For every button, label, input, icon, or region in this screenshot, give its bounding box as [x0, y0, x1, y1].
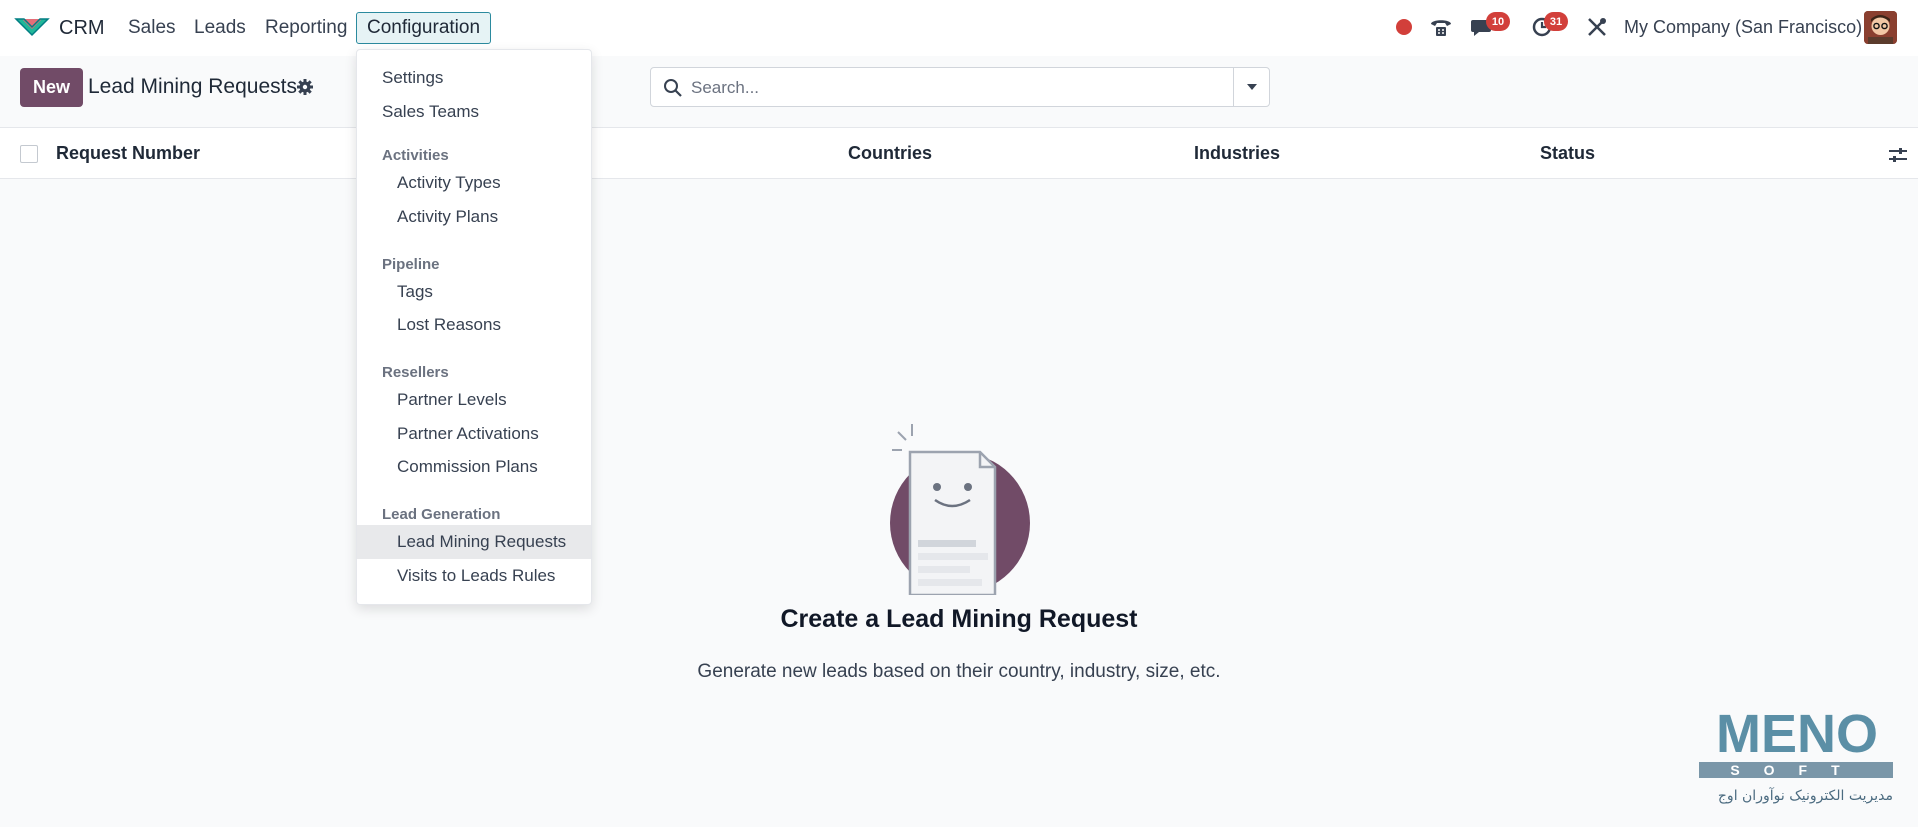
page-title: Lead Mining Requests	[88, 75, 297, 98]
top-navbar: CRM Sales Leads Reporting Configuration …	[0, 0, 1918, 56]
company-switcher[interactable]: My Company (San Francisco)	[1624, 17, 1862, 38]
search-options-toggle[interactable]	[1233, 68, 1269, 106]
menu-item-partner-activations[interactable]: Partner Activations	[357, 417, 591, 451]
menu-leads[interactable]: Leads	[194, 16, 246, 40]
messages-badge: 10	[1486, 12, 1510, 31]
watermark-tagline: مدیریت الکترونیک نوآوران اوج	[1718, 787, 1893, 804]
section-resellers: Resellers	[382, 364, 449, 381]
new-button[interactable]: New	[20, 68, 83, 107]
optional-columns-icon[interactable]	[1888, 146, 1908, 164]
menu-configuration[interactable]: Configuration	[356, 12, 492, 44]
watermark-sub: SOFT	[1730, 762, 1863, 778]
list-header: Request Number Countries Industries Stat…	[0, 127, 1918, 179]
menu-item-lead-mining-requests[interactable]: Lead Mining Requests	[357, 525, 591, 559]
menu-item-lost-reasons[interactable]: Lost Reasons	[357, 308, 591, 342]
crm-logo-icon[interactable]	[14, 15, 50, 39]
column-request-number[interactable]: Request Number	[56, 143, 200, 164]
menu-item-sales-teams[interactable]: Sales Teams	[357, 95, 591, 129]
search-bar	[650, 67, 1270, 107]
recording-dot-icon[interactable]	[1396, 19, 1412, 35]
menu-item-activity-plans[interactable]: Activity Plans	[357, 200, 591, 234]
empty-state-illustration	[890, 424, 1030, 595]
search-icon	[664, 79, 682, 97]
column-industries[interactable]: Industries	[1194, 143, 1280, 164]
watermark-brand: MENO	[1716, 704, 1878, 764]
watermark-logo: MENO SOFT مدیریت الکترونیک نوآوران اوج	[1697, 700, 1897, 810]
menu-item-visits-to-leads-rules[interactable]: Visits to Leads Rules	[357, 559, 591, 593]
section-lead-generation: Lead Generation	[382, 506, 501, 523]
activities-badge: 31	[1544, 12, 1568, 31]
menu-item-partner-levels[interactable]: Partner Levels	[357, 383, 591, 417]
menu-item-commission-plans[interactable]: Commission Plans	[357, 450, 591, 484]
menu-item-settings[interactable]: Settings	[357, 61, 591, 95]
section-activities: Activities	[382, 147, 449, 164]
menu-item-activity-types[interactable]: Activity Types	[357, 166, 591, 200]
menu-reporting[interactable]: Reporting	[265, 16, 347, 40]
column-countries[interactable]: Countries	[848, 143, 932, 164]
empty-state-subtitle: Generate new leads based on their countr…	[697, 661, 1221, 682]
search-input[interactable]	[691, 74, 1211, 102]
phone-icon[interactable]	[1428, 16, 1454, 38]
column-status[interactable]: Status	[1540, 143, 1595, 164]
gear-icon[interactable]	[296, 78, 314, 96]
app-name[interactable]: CRM	[59, 16, 105, 40]
caret-down-icon	[1246, 84, 1257, 90]
empty-state-title: Create a Lead Mining Request	[780, 605, 1138, 633]
section-pipeline: Pipeline	[382, 256, 440, 273]
avatar[interactable]	[1864, 11, 1897, 44]
menu-sales[interactable]: Sales	[128, 16, 176, 40]
configuration-dropdown: Settings Sales Teams Activities Activity…	[356, 49, 592, 605]
select-all-checkbox[interactable]	[20, 145, 38, 163]
menu-item-tags[interactable]: Tags	[357, 275, 591, 309]
tools-icon[interactable]	[1585, 16, 1609, 38]
